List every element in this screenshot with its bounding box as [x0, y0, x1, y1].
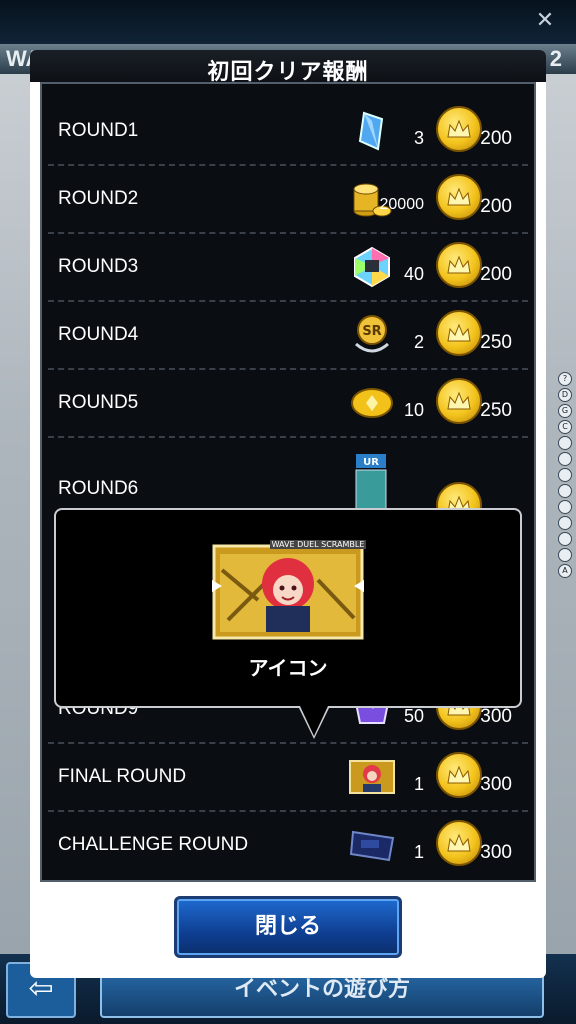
mute-icon[interactable]: ✕	[528, 6, 562, 36]
side-marker	[558, 452, 572, 466]
close-button[interactable]: 閉じる	[174, 896, 402, 958]
round-label: ROUND4	[58, 324, 139, 345]
gold-coin-icon[interactable]	[348, 382, 396, 424]
avatar-preview-icon: WAVE DUEL SCRAMBLE	[208, 540, 368, 644]
reward-row: CHALLENGE ROUND 1 300	[48, 812, 528, 880]
item-count: 40	[403, 264, 424, 284]
blue-crystal-icon[interactable]	[348, 110, 396, 152]
tooltip-tail-fill	[300, 706, 328, 736]
crown-coin-icon	[436, 242, 482, 288]
item-count: 10	[403, 400, 424, 420]
card-sleeve-icon[interactable]	[348, 824, 396, 866]
reward-row: ROUND3 40 200	[48, 234, 528, 302]
side-marker	[558, 468, 572, 482]
item-count: 20000	[379, 196, 425, 213]
side-marker: C	[558, 420, 572, 434]
item-count: 50	[403, 706, 424, 726]
round-label: ROUND1	[58, 120, 139, 141]
side-marker: ?	[558, 372, 572, 386]
round-label: ROUND5	[58, 392, 139, 413]
crown-coin-icon	[436, 378, 482, 424]
side-marker: A	[558, 564, 572, 578]
crown-coin-icon	[436, 310, 482, 356]
coin-count: 300	[480, 842, 512, 863]
round-label: FINAL ROUND	[58, 766, 187, 787]
item-count: 3	[413, 128, 424, 148]
round-label: ROUND3	[58, 256, 139, 277]
reward-row: ROUND4 SR 2 250	[48, 302, 528, 370]
sr-ticket-icon[interactable]: SR	[348, 314, 396, 356]
coin-count: 250	[480, 332, 512, 353]
side-marker	[558, 516, 572, 530]
crown-coin-icon	[436, 106, 482, 152]
side-marker: D	[558, 388, 572, 402]
item-count: 1	[413, 774, 424, 794]
tooltip-label: アイコン	[248, 656, 328, 680]
side-progress-markers: ? D G C A	[554, 372, 576, 582]
crown-coin-icon	[436, 174, 482, 220]
reward-row: ROUND2 20000 200	[48, 166, 528, 234]
coin-count: 300	[480, 706, 512, 727]
coin-count: 300	[480, 774, 512, 795]
item-count: 2	[413, 332, 424, 352]
top-bar	[0, 0, 576, 44]
round-label: CHALLENGE ROUND	[58, 834, 249, 855]
crown-coin-icon	[436, 752, 482, 798]
coin-count: 200	[480, 128, 512, 149]
coin-count: 200	[480, 196, 512, 217]
ur-card-icon[interactable]: UR	[348, 454, 396, 514]
reward-row: FINAL ROUND 1 300	[48, 744, 528, 812]
item-count: 1	[413, 842, 424, 862]
coin-count: 250	[480, 400, 512, 421]
side-marker	[558, 548, 572, 562]
svg-text:UR: UR	[363, 457, 379, 468]
crown-coin-icon	[436, 820, 482, 866]
side-marker	[558, 484, 572, 498]
avatar-icon[interactable]	[348, 756, 396, 798]
card-banner: WAVE DUEL SCRAMBLE	[270, 540, 366, 549]
rainbow-gem-icon[interactable]	[348, 246, 396, 288]
reward-row: ROUND5 10 250	[48, 370, 528, 438]
side-marker	[558, 436, 572, 450]
round-label: ROUND2	[58, 188, 139, 209]
reward-row: ROUND1 3 200	[48, 98, 528, 166]
side-marker: G	[558, 404, 572, 418]
coin-count: 200	[480, 264, 512, 285]
side-marker	[558, 500, 572, 514]
side-marker	[558, 532, 572, 546]
svg-text:SR: SR	[362, 324, 381, 339]
